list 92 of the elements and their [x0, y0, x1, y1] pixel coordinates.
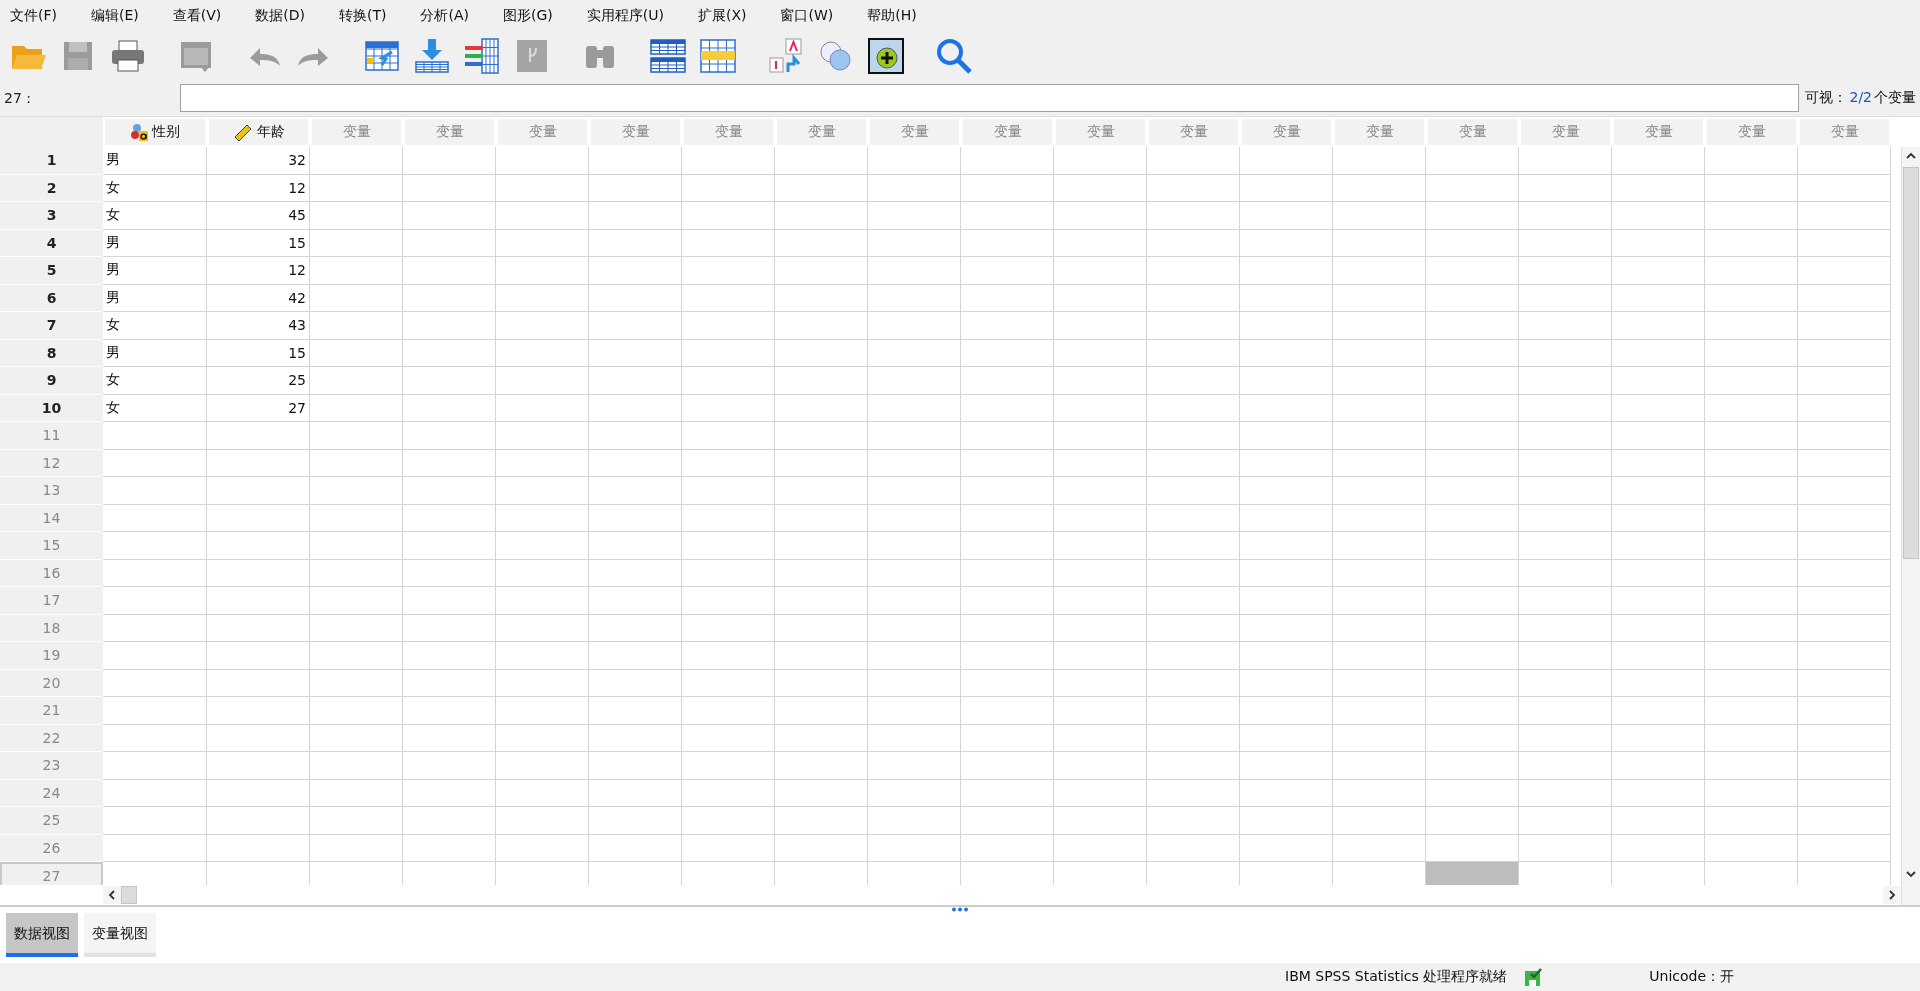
table-cell[interactable]: 男 [103, 257, 207, 285]
column-name: 变量 [900, 123, 929, 141]
toolbar-button[interactable] [866, 35, 906, 77]
menu-item[interactable]: 实用程序(U) [580, 2, 670, 30]
row-number[interactable]: 5 [0, 257, 103, 285]
table-cell[interactable]: 12 [207, 174, 310, 202]
column-name: 变量 [1086, 123, 1115, 141]
table-cell[interactable]: 15 [207, 339, 310, 367]
column-name: 变量 [1551, 123, 1580, 141]
column-name: 变量 [528, 123, 557, 141]
column-name: 变量 [807, 123, 836, 141]
row-number[interactable]: 9 [0, 367, 103, 395]
menu-item[interactable]: 查看(V) [166, 2, 228, 30]
column-name: 变量 [714, 123, 743, 141]
insert-var-icon [698, 36, 738, 76]
chevron-left-icon [107, 890, 117, 900]
table-cell[interactable]: 25 [207, 367, 310, 395]
column-name: 年龄 [256, 123, 285, 141]
visible-unit: 个变量 [1874, 89, 1916, 107]
chevron-up-icon [1906, 151, 1916, 161]
row-number[interactable]: 10 [0, 394, 103, 422]
floppy-check-icon [1523, 967, 1544, 987]
column-name: 变量 [1458, 123, 1487, 141]
chevron-down-icon [1906, 869, 1916, 879]
scrollbar-thumb[interactable] [1903, 167, 1919, 559]
table-cell[interactable]: 男 [103, 147, 207, 175]
ruler-icon [232, 123, 253, 141]
row-number[interactable]: 3 [0, 202, 103, 230]
menu-item[interactable]: 帮助(H) [861, 2, 923, 30]
view-tab[interactable]: 变量视图 [84, 913, 156, 957]
view-tab[interactable]: 数据视图 [6, 913, 78, 957]
table-cell[interactable]: 43 [207, 312, 310, 340]
row-number[interactable]: 6 [0, 284, 103, 312]
column-header[interactable]: 年龄 [207, 117, 310, 147]
column-name: 变量 [1737, 123, 1766, 141]
column-name: 变量 [993, 123, 1022, 141]
column-name: 变量 [435, 123, 464, 141]
selected-cell[interactable] [1426, 862, 1519, 885]
goto-var-icon [412, 36, 452, 76]
menu-item[interactable]: 数据(D) [249, 2, 311, 30]
column-name: 性别 [152, 123, 180, 141]
chevron-right-icon [1887, 890, 1897, 900]
table-cell[interactable]: 32 [207, 147, 310, 175]
table-cell[interactable]: 女 [103, 394, 207, 422]
row-number[interactable]: 7 [0, 312, 103, 340]
scrollbar-thumb[interactable] [121, 886, 137, 904]
cell-reference: 27 : [4, 90, 32, 106]
table-cell[interactable]: 男 [103, 229, 207, 257]
table-cell[interactable]: 15 [207, 229, 310, 257]
table-cell[interactable]: 45 [207, 202, 310, 230]
row-number[interactable]: 2 [0, 174, 103, 202]
add-icon [866, 36, 906, 76]
column-name: 变量 [1365, 123, 1394, 141]
search-icon [934, 36, 974, 76]
column-name: 变量 [621, 123, 650, 141]
table-cell[interactable]: 女 [103, 312, 207, 340]
menu-item[interactable]: 分析(A) [414, 2, 475, 30]
visible-count: 2/2 [1849, 89, 1872, 107]
scroll-left-button[interactable] [103, 886, 121, 904]
menu-item[interactable]: 编辑(E) [85, 2, 145, 30]
insert-cases-icon [648, 36, 688, 76]
nominal-measure-icon [130, 123, 148, 141]
column-header[interactable]: 性别 [103, 117, 207, 147]
table-cell[interactable]: 女 [103, 174, 207, 202]
table-cell[interactable]: 男 [103, 284, 207, 312]
table-cell[interactable]: 42 [207, 284, 310, 312]
table-cell[interactable]: 12 [207, 257, 310, 285]
column-name: 变量 [1272, 123, 1301, 141]
menu-item[interactable]: 图形(G) [497, 2, 559, 30]
menu-item[interactable]: 扩展(X) [691, 2, 753, 30]
scroll-right-button[interactable] [1883, 886, 1901, 904]
cell-editor-field[interactable] [180, 84, 1800, 112]
encoding-status: Unicode：开 [1649, 968, 1735, 986]
table-cell[interactable]: 男 [103, 339, 207, 367]
status-message: IBM SPSS Statistics 处理程序就绪 [1285, 968, 1508, 986]
menu-item[interactable]: 文件(F) [4, 2, 63, 30]
column-name: 变量 [342, 123, 371, 141]
row-number[interactable]: 4 [0, 229, 103, 257]
menu-item[interactable]: 窗口(W) [774, 2, 840, 30]
vertical-scrollbar[interactable] [1901, 147, 1920, 905]
column-name: 变量 [1830, 123, 1859, 141]
row-number[interactable]: 1 [0, 147, 103, 175]
variables-icon [462, 36, 502, 76]
column-name: 变量 [1179, 123, 1208, 141]
table-cell[interactable]: 女 [103, 367, 207, 395]
column-name: 变量 [1644, 123, 1673, 141]
splitter-handle-icon[interactable] [951, 907, 969, 912]
menu-item[interactable]: 转换(T) [333, 2, 393, 30]
row-number[interactable]: 8 [0, 339, 103, 367]
visible-label: 可视： [1805, 89, 1848, 107]
table-cell[interactable]: 女 [103, 202, 207, 230]
table-cell[interactable]: 27 [207, 394, 310, 422]
